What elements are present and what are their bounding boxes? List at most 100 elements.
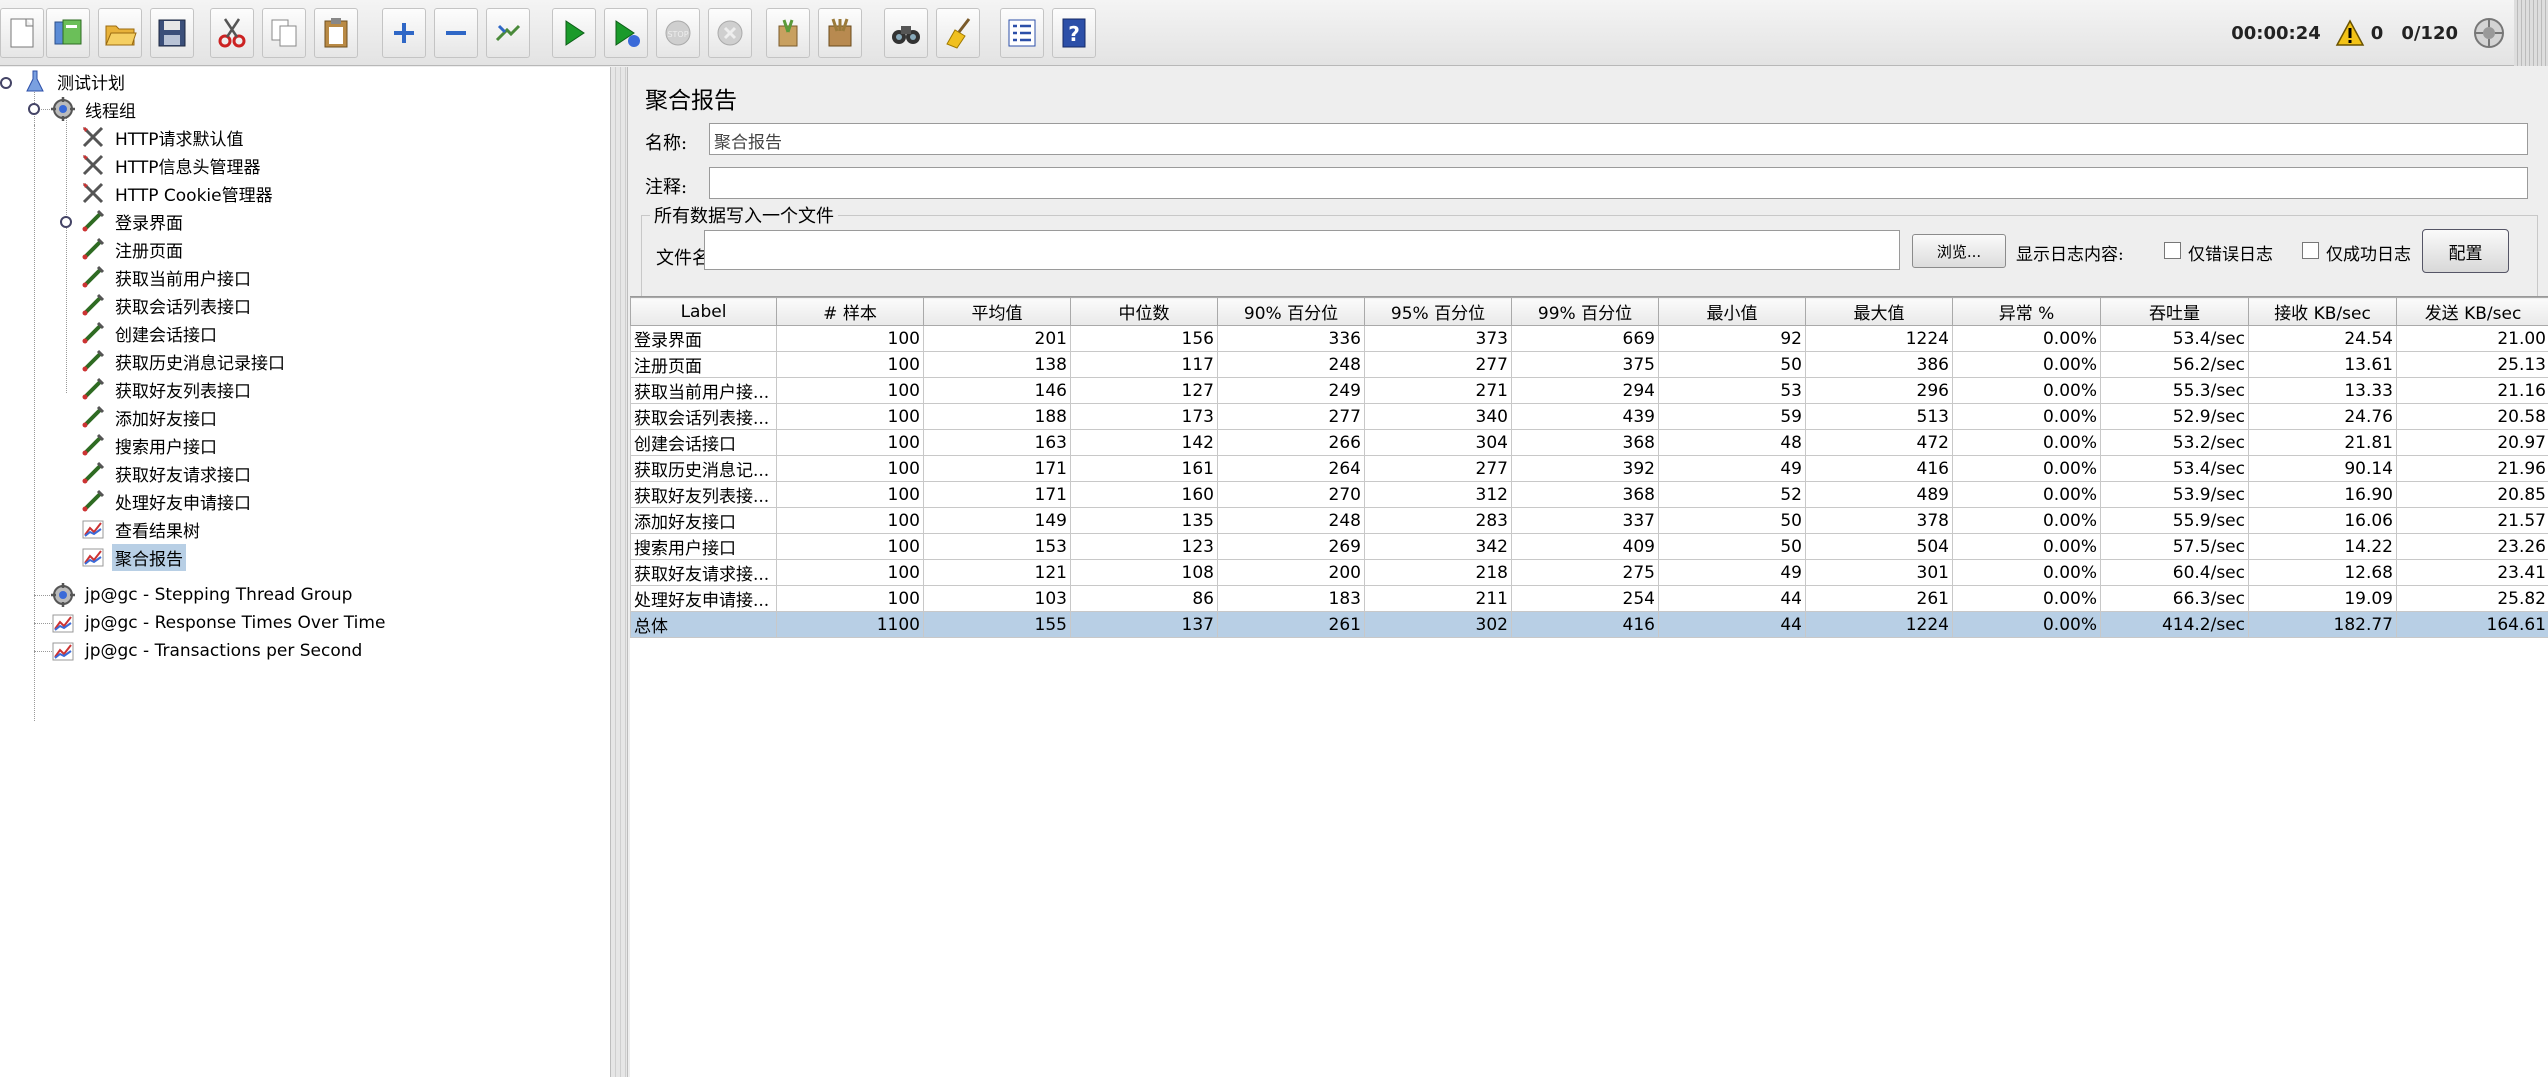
- remote-status-icon[interactable]: [2472, 16, 2506, 50]
- tree-node-sampler[interactable]: 获取当前用户接口: [80, 264, 254, 290]
- column-header[interactable]: 99% 百分位: [1511, 297, 1659, 326]
- tree-node-thread-group[interactable]: 线程组: [50, 96, 139, 122]
- column-header[interactable]: 发送 KB/sec: [2396, 297, 2548, 326]
- expand-handle[interactable]: [60, 216, 72, 228]
- stop-icon[interactable]: STOP: [656, 8, 700, 58]
- table-row[interactable]: 搜索用户接口 100 153 123 269 342 409 50 504 0.00% 57.5/s…: [630, 533, 2548, 560]
- start-no-pauses-icon[interactable]: [604, 8, 648, 58]
- pane-splitter[interactable]: [610, 67, 628, 1077]
- tree-node-sampler[interactable]: 获取好友列表接口: [80, 376, 254, 402]
- open-icon[interactable]: [98, 8, 142, 58]
- table-row[interactable]: 获取当前用户接... 100 146 127 249 271 294 53 296 0.00% 55…: [630, 377, 2548, 404]
- table-row-total[interactable]: 总体 1100 155 137 261 302 416 44 1224 0.00% 414.2/se…: [630, 611, 2548, 638]
- shutdown-icon[interactable]: [708, 8, 752, 58]
- table-row[interactable]: 获取好友列表接... 100 171 160 270 312 368 52 489 0.00% 53…: [630, 481, 2548, 508]
- tree-node-config[interactable]: HTTP Cookie管理器: [80, 180, 276, 206]
- expand-handle[interactable]: [28, 103, 40, 115]
- tree-node-label: HTTP信息头管理器: [115, 157, 261, 178]
- paste-icon[interactable]: [314, 8, 358, 58]
- save-icon[interactable]: [150, 8, 194, 58]
- tree-node-listener[interactable]: 查看结果树: [80, 516, 203, 542]
- table-cell: 283: [1364, 507, 1512, 534]
- table-cell: 211: [1364, 585, 1512, 612]
- tree-node-label: 登录界面: [115, 213, 183, 234]
- tree-node-sampler[interactable]: 添加好友接口: [80, 404, 220, 430]
- table-row[interactable]: 创建会话接口 100 163 142 266 304 368 48 472 0.00% 53.2/s…: [630, 429, 2548, 456]
- clear-icon[interactable]: [766, 8, 810, 58]
- column-header[interactable]: Label: [630, 297, 777, 326]
- templates-icon[interactable]: [46, 8, 90, 58]
- tree-node-config[interactable]: HTTP信息头管理器: [80, 152, 264, 178]
- table-cell: 23.41: [2396, 559, 2548, 586]
- tree-node-sampler[interactable]: 获取历史消息记录接口: [80, 348, 288, 374]
- tree-node-sampler[interactable]: 获取会话列表接口: [80, 292, 254, 318]
- new-icon[interactable]: [0, 8, 44, 58]
- browse-button[interactable]: 浏览...: [1912, 234, 2006, 268]
- name-field[interactable]: 聚合报告: [709, 123, 2528, 155]
- sampler-icon: [80, 432, 106, 458]
- comment-field[interactable]: [709, 167, 2528, 199]
- column-header[interactable]: 接收 KB/sec: [2248, 297, 2397, 326]
- success-only-checkbox[interactable]: [2302, 242, 2319, 259]
- start-icon[interactable]: [552, 8, 596, 58]
- table-row[interactable]: 处理好友申请接... 100 103 86 183 211 254 44 261 0.00% 66.…: [630, 585, 2548, 612]
- tree-node-test-plan[interactable]: 测试计划: [22, 68, 128, 94]
- function-helper-icon[interactable]: [1000, 8, 1044, 58]
- expand-handle[interactable]: [0, 77, 12, 89]
- configure-button[interactable]: 配置: [2422, 229, 2509, 273]
- table-row[interactable]: 添加好友接口 100 149 135 248 283 337 50 378 0.00% 55.9/s…: [630, 507, 2548, 534]
- tree-node-config[interactable]: HTTP请求默认值: [80, 124, 247, 150]
- table-cell: 137: [1070, 611, 1218, 638]
- table-cell: 375: [1511, 351, 1659, 378]
- clear-all-icon[interactable]: [818, 8, 862, 58]
- column-header[interactable]: 最小值: [1658, 297, 1806, 326]
- tree-node-label: 聚合报告: [112, 543, 186, 571]
- tree-node-listener-selected[interactable]: 聚合报告: [80, 543, 186, 571]
- tree-node-listener[interactable]: jp@gc - Response Times Over Time: [50, 610, 388, 636]
- sampler-icon: [80, 348, 106, 374]
- errors-only-checkbox[interactable]: [2164, 242, 2181, 259]
- reset-search-icon[interactable]: [936, 8, 980, 58]
- column-header[interactable]: 吞吐量: [2100, 297, 2249, 326]
- column-header[interactable]: 95% 百分位: [1364, 297, 1512, 326]
- column-header[interactable]: 异常 %: [1952, 297, 2101, 326]
- copy-icon[interactable]: [262, 8, 306, 58]
- column-header[interactable]: 中位数: [1070, 297, 1218, 326]
- tree-node-thread-group[interactable]: jp@gc - Stepping Thread Group: [50, 582, 355, 608]
- column-header[interactable]: 最大值: [1805, 297, 1953, 326]
- help-icon[interactable]: ?: [1052, 8, 1096, 58]
- tree-node-sampler[interactable]: 注册页面: [80, 236, 186, 262]
- table-row[interactable]: 登录界面 100 201 156 336 373 669 92 1224 0.00% 53.4/se…: [630, 325, 2548, 352]
- tree-node-label: 注册页面: [115, 241, 183, 262]
- table-cell: 386: [1805, 351, 1953, 378]
- tree-node-sampler[interactable]: 处理好友申请接口: [80, 488, 254, 514]
- tree-node-sampler[interactable]: 获取好友请求接口: [80, 460, 254, 486]
- tree-node-sampler[interactable]: 搜索用户接口: [80, 432, 220, 458]
- filename-field[interactable]: [704, 230, 1900, 270]
- toggle-icon[interactable]: [486, 8, 530, 58]
- table-cell: 261: [1217, 611, 1365, 638]
- cut-icon[interactable]: [210, 8, 254, 58]
- tree-node-label: 查看结果树: [115, 521, 200, 542]
- tree-node-label: 搜索用户接口: [115, 437, 217, 458]
- tree-node-listener[interactable]: jp@gc - Transactions per Second: [50, 638, 365, 664]
- toolbar-grip: [2514, 0, 2548, 66]
- column-header[interactable]: 平均值: [923, 297, 1071, 326]
- table-row[interactable]: 获取会话列表接... 100 188 173 277 340 439 59 513 0.00% 52…: [630, 403, 2548, 430]
- table-row[interactable]: 获取好友请求接... 100 121 108 200 218 275 49 301 0.00% 60…: [630, 559, 2548, 586]
- tree-node-sampler[interactable]: 登录界面: [80, 208, 186, 234]
- warning-icon[interactable]: [2335, 19, 2365, 47]
- table-cell: 138: [923, 351, 1071, 378]
- table-row[interactable]: 获取历史消息记... 100 171 161 264 277 392 49 416 0.00% 53…: [630, 455, 2548, 482]
- table-cell: 294: [1511, 377, 1659, 404]
- column-header[interactable]: 90% 百分位: [1217, 297, 1365, 326]
- table-row[interactable]: 注册页面 100 138 117 248 277 375 50 386 0.00% 56.2/sec…: [630, 351, 2548, 378]
- tree-node-sampler[interactable]: 创建会话接口: [80, 320, 220, 346]
- collapse-icon[interactable]: [434, 8, 478, 58]
- expand-icon[interactable]: [382, 8, 426, 58]
- search-icon[interactable]: [884, 8, 928, 58]
- tree-node-label: jp@gc - Transactions per Second: [85, 641, 363, 661]
- tree-node-label: 测试计划: [57, 73, 125, 94]
- column-header[interactable]: # 样本: [776, 297, 924, 326]
- table-cell: 439: [1511, 403, 1659, 430]
